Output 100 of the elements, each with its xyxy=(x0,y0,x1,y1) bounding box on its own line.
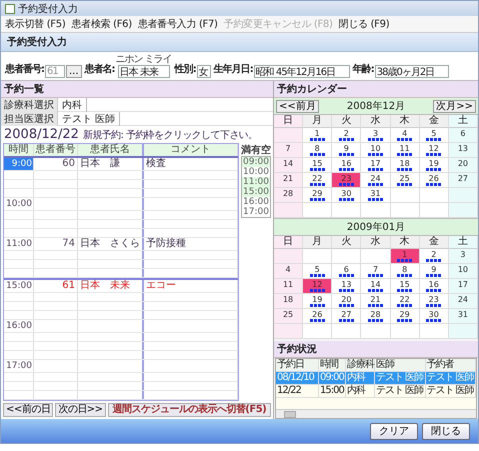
sex-field[interactable]: 女 xyxy=(196,65,211,78)
patient-name-field[interactable]: 日本 未来 xyxy=(118,65,170,78)
weekday-header: 金 xyxy=(420,115,449,128)
calendar-day[interactable]: 1 xyxy=(303,128,332,143)
calendar-day[interactable]: 29 xyxy=(303,188,332,203)
calendar-day[interactable]: 23 xyxy=(420,294,449,309)
calendar-day[interactable]: 18 xyxy=(390,158,420,173)
calendar-day[interactable]: 10 xyxy=(448,264,478,279)
table-cell: 内科 xyxy=(346,385,375,397)
calendar-day[interactable]: 19 xyxy=(303,294,332,309)
birth-date-field[interactable]: 昭和 45年12月16日 xyxy=(254,65,350,78)
calendar-day[interactable]: 17 xyxy=(361,158,391,173)
calendar-day[interactable]: 26 xyxy=(420,173,449,188)
department-selector[interactable]: 内科 xyxy=(58,98,87,112)
calendar-cell xyxy=(332,249,362,264)
calendar-day[interactable]: 15 xyxy=(303,158,332,173)
calendar-day[interactable]: 28 xyxy=(274,188,304,203)
calendar-day[interactable]: 27 xyxy=(332,309,362,324)
calendar-day[interactable]: 31 xyxy=(448,309,478,324)
calendar-day[interactable]: 26 xyxy=(303,309,332,324)
calendar-day[interactable]: 3 xyxy=(361,128,391,143)
time-slot[interactable]: 9:00 xyxy=(4,158,34,170)
clear-button[interactable]: クリア xyxy=(370,422,418,440)
table-cell: 検査 xyxy=(144,158,238,170)
calendar-day[interactable]: 20 xyxy=(448,158,478,173)
next-month-button[interactable]: 次月>> xyxy=(433,100,476,112)
calendar-day[interactable]: 29 xyxy=(390,309,420,324)
doctor-selector[interactable]: テスト 医師 xyxy=(58,112,120,126)
calendar-day[interactable]: 28 xyxy=(361,309,391,324)
menu-item[interactable]: 患者番号入力 (F7) xyxy=(138,17,218,31)
table-row[interactable]: 12/22 15:00 内科 テスト 医師 テスト 医師 xyxy=(276,385,476,398)
calendar-day[interactable]: 4 xyxy=(274,264,304,279)
time-slot[interactable]: 11:00 xyxy=(4,238,34,250)
calendar-day[interactable]: 12 xyxy=(420,143,449,158)
calendar-day[interactable]: 20 xyxy=(332,294,362,309)
calendar-day[interactable]: 21 xyxy=(361,294,391,309)
week-view-button[interactable]: 週間スケジュールの表示へ切替(F5) xyxy=(108,403,271,417)
calendar-day[interactable]: 11 xyxy=(274,279,304,294)
calendar-day[interactable]: 16 xyxy=(332,158,362,173)
calendar-day[interactable]: 22 xyxy=(303,173,332,188)
calendar-day[interactable]: 31 xyxy=(361,188,391,203)
weekday-header: 木 xyxy=(390,115,420,128)
calendar-day[interactable]: 30 xyxy=(420,309,449,324)
age-field[interactable]: 38歳0ヶ月2日 xyxy=(374,65,449,78)
calendar-day[interactable]: 16 xyxy=(420,279,449,294)
calendar-day[interactable]: 6 xyxy=(448,128,478,143)
browse-button[interactable]: ... xyxy=(66,65,82,78)
prev-month-button[interactable]: <<前月 xyxy=(276,100,319,112)
availability-time[interactable]: 09:00 xyxy=(242,157,270,167)
menu-item[interactable]: 閉じる (F9) xyxy=(338,17,390,31)
calendar-day[interactable]: 19 xyxy=(420,158,449,173)
availability-time[interactable]: 15:00 xyxy=(242,187,270,197)
calendar-day[interactable]: 13 xyxy=(332,279,362,294)
time-slot[interactable]: 15:00 xyxy=(4,280,34,292)
calendar-day[interactable]: 9 xyxy=(332,143,362,158)
calendar-day[interactable]: 15 xyxy=(390,279,420,294)
close-button[interactable]: 閉じる xyxy=(422,422,470,440)
calendar-day[interactable]: 27 xyxy=(448,173,478,188)
menu-item[interactable]: 患者検索 (F6) xyxy=(71,17,132,31)
menu-item[interactable]: 表示切替 (F5) xyxy=(5,17,66,31)
calendar-day[interactable]: 18 xyxy=(274,294,304,309)
calendar-day[interactable]: 3 xyxy=(448,249,478,264)
calendar-day[interactable]: 5 xyxy=(303,264,332,279)
calendar-cell xyxy=(274,203,304,218)
next-day-button[interactable]: 次の日>> xyxy=(55,403,106,417)
calendar-day[interactable]: 4 xyxy=(390,128,420,143)
calendar-day[interactable]: 22 xyxy=(390,294,420,309)
time-slot[interactable]: 16:00 xyxy=(4,320,34,332)
calendar-day[interactable]: 24 xyxy=(448,294,478,309)
availability-time[interactable]: 17:00 xyxy=(242,207,270,217)
calendar-day[interactable]: 6 xyxy=(332,264,362,279)
calendar-day[interactable]: 14 xyxy=(361,279,391,294)
calendar-day[interactable]: 13 xyxy=(448,143,478,158)
horizontal-scrollbar[interactable] xyxy=(276,409,476,418)
calendar-day[interactable]: 14 xyxy=(274,158,304,173)
calendar-day[interactable]: 2 xyxy=(420,249,449,264)
calendar-day[interactable]: 8 xyxy=(303,143,332,158)
time-slot[interactable]: 17:00 xyxy=(4,360,34,372)
calendar-day[interactable]: 24 xyxy=(361,173,391,188)
calendar-day[interactable]: 8 xyxy=(390,264,420,279)
calendar-day[interactable]: 17 xyxy=(448,279,478,294)
availability-time[interactable]: 11:00 xyxy=(242,177,270,187)
calendar-day[interactable]: 30 xyxy=(332,188,362,203)
calendar-day[interactable]: 9 xyxy=(420,264,449,279)
window-title: 予約受付入力 xyxy=(18,2,78,16)
calendar-cell xyxy=(274,128,304,143)
calendar-day[interactable]: 25 xyxy=(390,173,420,188)
calendar-day[interactable]: 10 xyxy=(361,143,391,158)
table-cell: 08/12/10 xyxy=(276,372,319,384)
calendar-day[interactable]: 7 xyxy=(361,264,391,279)
calendar-day[interactable]: 2 xyxy=(332,128,362,143)
availability-time[interactable]: 16:00 xyxy=(242,197,270,207)
availability-time[interactable]: 10:00 xyxy=(242,167,270,177)
prev-day-button[interactable]: <<前の日 xyxy=(3,403,54,417)
calendar-day[interactable]: 11 xyxy=(390,143,420,158)
calendar-day[interactable]: 7 xyxy=(274,143,304,158)
calendar-day[interactable]: 25 xyxy=(274,309,304,324)
time-slot[interactable]: 10:00 xyxy=(4,198,34,210)
calendar-day[interactable]: 21 xyxy=(274,173,304,188)
calendar-day[interactable]: 5 xyxy=(420,128,449,143)
